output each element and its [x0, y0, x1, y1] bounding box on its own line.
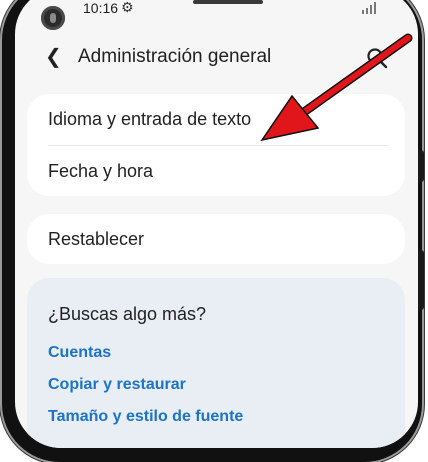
search-icon[interactable] [365, 46, 389, 70]
gear-icon: ⚙ [121, 0, 134, 15]
back-arrow-icon[interactable]: ❮ [45, 44, 62, 69]
status-time: 10:16 [83, 0, 119, 16]
settings-group-1: Idioma y entrada de texto Fecha y hora [27, 94, 405, 196]
list-item-label: Fecha y hora [48, 161, 154, 181]
phone-frame: 10:16 ⚙ ❮ Administración general Idioma … [2, 0, 424, 462]
list-item-restablecer[interactable]: Restablecer [27, 214, 405, 264]
suggestions-panel: ¿Buscas algo más? Cuentas Copiar y resta… [27, 278, 405, 448]
list-item-fecha-hora[interactable]: Fecha y hora [27, 146, 405, 196]
suggestions-title: ¿Buscas algo más? [48, 304, 207, 324]
list-item-label: Idioma y entrada de texto [48, 109, 252, 129]
link-cuentas[interactable]: Cuentas [48, 344, 111, 362]
front-camera-icon [41, 6, 65, 30]
settings-group-2: Restablecer [27, 214, 405, 264]
list-item-idioma[interactable]: Idioma y entrada de texto [27, 94, 405, 144]
link-tamano-fuente[interactable]: Tamaño y estilo de fuente [48, 408, 243, 426]
link-copiar-restaurar[interactable]: Copiar y restaurar [48, 376, 186, 394]
earpiece-speaker [193, 0, 263, 4]
list-item-label: Restablecer [48, 229, 145, 249]
phone-screen: 10:16 ⚙ ❮ Administración general Idioma … [15, 0, 418, 448]
signal-icon [362, 2, 376, 14]
page-title: Administración general [78, 46, 272, 67]
